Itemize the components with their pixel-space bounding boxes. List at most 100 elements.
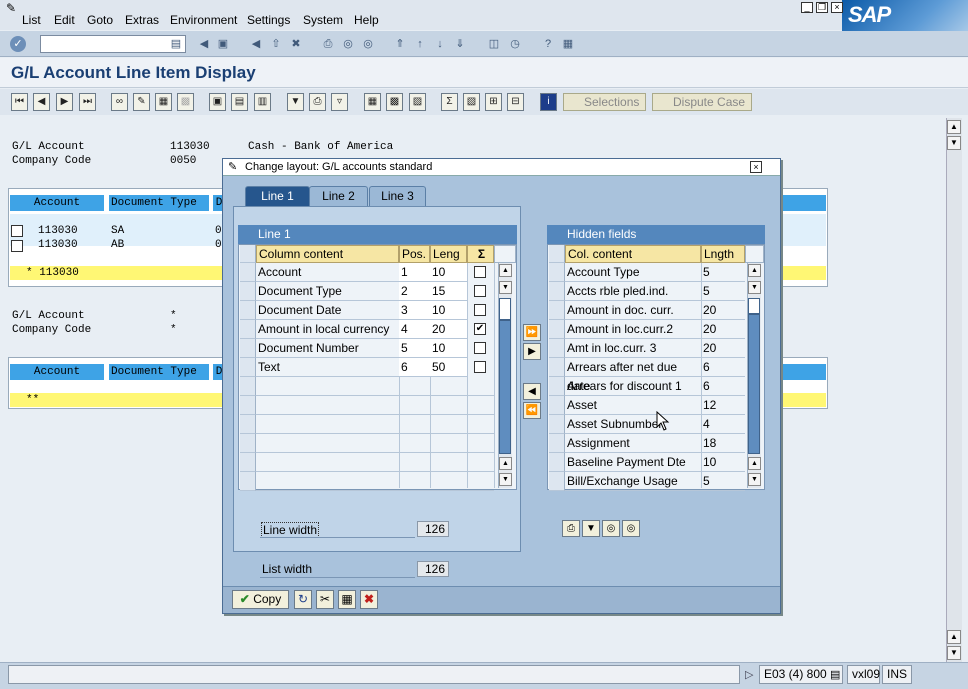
grid-icon[interactable]: ▦ [155,93,172,111]
filter-set-icon[interactable]: ▿ [331,93,348,111]
row2-checkbox[interactable] [11,240,23,252]
minimize-icon[interactable]: _ [801,2,813,13]
line1-cell-pos[interactable]: 1 [399,263,430,282]
filter-icon[interactable]: ▼ [287,93,304,111]
line1-sum-checkbox[interactable] [474,342,486,354]
line1-row-selector[interactable] [240,320,256,339]
status-expand-icon[interactable]: ▷ [745,668,753,681]
command-field[interactable] [40,35,186,53]
find-next-icon[interactable]: ◎ [360,36,376,52]
hidden-scroll-down-icon[interactable]: ▼ [748,281,761,294]
line1-cell-len[interactable]: 10 [430,339,467,358]
find-icon[interactable]: ◎ [340,36,356,52]
line1-scroll-down-icon[interactable]: ▼ [499,281,512,294]
line1-cell-len[interactable]: 50 [430,358,467,377]
next-icon[interactable]: ▶ [56,93,73,111]
hidden-cell-content[interactable]: Account Type [565,263,701,282]
line1-cell-len[interactable]: 10 [430,301,467,320]
select-icon[interactable]: ▣ [209,93,226,111]
prev-page-icon[interactable]: ↑ [412,36,428,52]
cut-icon[interactable]: ✂ [316,590,334,609]
menu-list[interactable]: List [22,13,41,27]
scroll-down-bottom-icon[interactable]: ▼ [947,646,961,660]
list2-header-doctype[interactable]: Document Type [109,364,209,380]
last-icon[interactable]: ⏭ [79,93,96,111]
hidden-cell-content[interactable]: Accts rble pled.ind. [565,282,701,301]
save-icon[interactable]: ▣ [215,36,231,52]
menu-settings[interactable]: Settings [247,13,290,27]
hidden-row-selector[interactable] [549,263,565,282]
move-all-left-icon[interactable]: ⏪ [523,402,541,419]
document-icon[interactable]: ▩ [177,93,194,111]
first-page-icon[interactable]: ⇑ [392,36,408,52]
hidden-cell-content[interactable]: Assignment [565,434,701,453]
hidden-row-selector[interactable] [549,434,565,453]
back-icon[interactable]: ◀ [248,36,264,52]
line1-row-selector[interactable] [240,301,256,320]
move-right-icon[interactable]: ▶ [523,343,541,360]
tab-line-3[interactable]: Line 3 [369,186,426,206]
paste-icon[interactable]: ▦ [338,590,356,609]
line1-row-selector[interactable] [240,453,256,472]
hidden-row-selector[interactable] [549,358,565,377]
hidden-scroll-thumb[interactable] [748,314,760,454]
line1-col-len-header[interactable]: Leng [430,245,467,263]
line1-row-selector[interactable] [240,339,256,358]
hidden-scroll-up2-icon[interactable]: ▲ [748,457,761,470]
line1-scroll-up-icon[interactable]: ▲ [499,264,512,277]
selections-button[interactable]: Selections [563,93,646,111]
detail-icon[interactable]: ▥ [254,93,271,111]
hidden-cell-content[interactable]: Amount in doc. curr. [565,301,701,320]
menu-environment[interactable]: Environment [170,13,237,27]
restore-icon[interactable]: ❐ [816,2,828,13]
hidden-cell-content[interactable]: Asset Subnumber [565,415,701,434]
hidden-row-selector[interactable] [549,377,565,396]
print-icon[interactable]: ⎙ [320,36,336,52]
line1-cell-pos[interactable]: 6 [399,358,430,377]
hidden-cell-content[interactable]: Amt in loc.curr. 3 [565,339,701,358]
move-all-right-icon[interactable]: ⏩ [523,324,541,341]
hidden-find-icon[interactable]: ◎ [602,520,620,537]
previous-icon[interactable]: ◀ [33,93,50,111]
last-page-icon[interactable]: ⇓ [452,36,468,52]
glasses-icon[interactable]: ∞ [111,93,128,111]
hidden-cell-content[interactable]: Baseline Payment Dte [565,453,701,472]
hidden-cell-content[interactable]: Asset [565,396,701,415]
line1-row-selector[interactable] [240,472,256,491]
print-preview-icon[interactable]: ⎙ [309,93,326,111]
hidden-find-next-icon[interactable]: ◎ [622,520,640,537]
enter-icon[interactable]: ✓ [10,36,26,52]
line1-col-pos-header[interactable]: Pos. [399,245,430,263]
line1-cell-pos[interactable]: 2 [399,282,430,301]
line1-row-selector[interactable] [240,263,256,282]
layout-menu-icon[interactable]: ▦ [560,36,576,52]
window-menu-icon[interactable]: ✎ [6,1,22,15]
list1-header-doctype[interactable]: Document Type [109,195,209,211]
line1-row-selector[interactable] [240,415,256,434]
copy-doc-icon[interactable]: ▤ [231,93,248,111]
hidden-col-content-header[interactable]: Col. content [565,245,701,263]
first-icon[interactable]: ⏮ [11,93,28,111]
hidden-row-selector[interactable] [549,415,565,434]
menu-extras[interactable]: Extras [125,13,159,27]
line1-row-selector[interactable] [240,282,256,301]
tab-line-1[interactable]: Line 1 [245,186,310,206]
line1-cell-pos[interactable]: 4 [399,320,430,339]
cancel-icon[interactable]: ✖ [288,36,304,52]
main-vertical-scrollbar[interactable] [946,118,962,662]
line1-col-content-header[interactable]: Column content [256,245,399,263]
copy-button[interactable]: ✔ Copy [232,590,289,609]
subtotal-icon[interactable]: ▧ [463,93,480,111]
shortcut-icon[interactable]: ◷ [507,36,523,52]
scroll-up-top-icon[interactable]: ▲ [947,120,961,134]
move-left-icon[interactable]: ◀ [523,383,541,400]
line1-cell-pos[interactable]: 5 [399,339,430,358]
line1-scroll-up2-icon[interactable]: ▲ [499,457,512,470]
line1-cell-pos[interactable]: 3 [399,301,430,320]
table-icon[interactable]: ▦ [364,93,381,111]
hidden-row-selector[interactable] [549,339,565,358]
hidden-row-selector[interactable] [549,301,565,320]
hidden-cell-content[interactable]: Arrears for discount 1 [565,377,701,396]
help-icon[interactable]: ? [540,36,556,52]
menu-edit[interactable]: Edit [54,13,75,27]
